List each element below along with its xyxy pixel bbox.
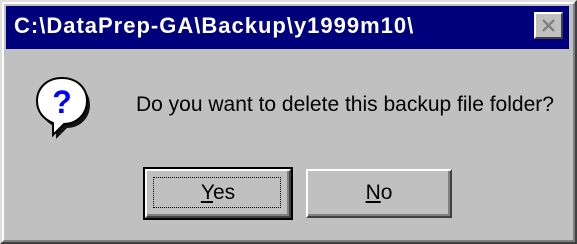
no-button[interactable]: No [306, 169, 452, 218]
svg-text:?: ? [52, 84, 72, 120]
no-button-label: No [365, 181, 393, 204]
confirm-dialog: C:\DataPrep-GA\Backup\y1999m10\ ? Do you… [0, 0, 577, 244]
window-title: C:\DataPrep-GA\Backup\y1999m10\ [14, 13, 415, 38]
close-icon [542, 19, 555, 32]
yes-button-label: Yes [200, 181, 236, 204]
message-text: Do you want to delete this backup file f… [136, 93, 554, 116]
close-button[interactable] [534, 12, 563, 39]
question-icon: ? [35, 76, 90, 139]
yes-button[interactable]: Yes [143, 167, 293, 220]
title-bar[interactable]: C:\DataPrep-GA\Backup\y1999m10\ [6, 6, 569, 49]
